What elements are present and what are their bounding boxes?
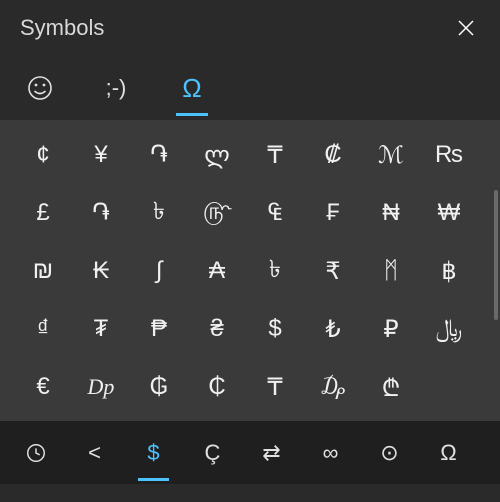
symbol-cell[interactable]: ლ xyxy=(188,126,246,184)
symbol-cell[interactable]: ₱ xyxy=(130,300,188,358)
symbol-cell[interactable]: ฿ xyxy=(420,242,478,300)
symbol-cell[interactable]: $ xyxy=(246,300,304,358)
symbol-cell[interactable] xyxy=(420,358,478,416)
symbol-cell[interactable]: ֏ xyxy=(72,184,130,242)
symbol-cell[interactable]: ₣ xyxy=(304,184,362,242)
kaomoji-label: ;-) xyxy=(106,75,127,101)
bottom-category-bar: < $ Ç ⇄ ∞ ⊙ Ω xyxy=(0,421,500,484)
close-button[interactable] xyxy=(448,10,484,46)
symbols-grid: ¢ ¥ ֏ ლ ₸ ₡ ℳ ₨ £ ֏ ৳ ௹ ₠ ₣ ₦ ₩ ₪ ₭ ∫ ₳ … xyxy=(14,126,492,416)
category-arrows[interactable]: ⇄ xyxy=(242,425,301,481)
symbol-cell[interactable]: Dp xyxy=(72,358,130,416)
symbol-cell[interactable]: ∫ xyxy=(130,242,188,300)
category-punctuation[interactable]: < xyxy=(65,425,124,481)
symbol-cell[interactable]: ₺ xyxy=(304,300,362,358)
symbol-cell[interactable]: ₹ xyxy=(304,242,362,300)
symbol-cell[interactable]: ₸ xyxy=(246,126,304,184)
symbol-cell[interactable]: ֏ xyxy=(130,126,188,184)
symbol-cell[interactable]: ₯ xyxy=(304,358,362,416)
symbol-cell[interactable]: ₦ xyxy=(362,184,420,242)
symbol-cell[interactable]: ₸ xyxy=(246,358,304,416)
tab-symbols[interactable]: Ω xyxy=(172,66,212,110)
symbol-cell[interactable]: ₾ xyxy=(362,358,420,416)
symbol-cell[interactable]: ₩ xyxy=(420,184,478,242)
symbol-cell[interactable]: ¥ xyxy=(72,126,130,184)
symbol-cell[interactable]: ₲ xyxy=(130,358,188,416)
symbol-cell[interactable]: ₮ xyxy=(72,300,130,358)
symbols-grid-wrapper: ¢ ¥ ֏ ლ ₸ ₡ ℳ ₨ £ ֏ ৳ ௹ ₠ ₣ ₦ ₩ ₪ ₭ ∫ ₳ … xyxy=(0,120,500,421)
symbol-cell[interactable]: ₳ xyxy=(188,242,246,300)
symbol-cell[interactable]: ௹ xyxy=(188,184,246,242)
category-latin[interactable]: Ç xyxy=(183,425,242,481)
panel-header: Symbols xyxy=(0,0,500,52)
close-icon xyxy=(458,20,474,36)
category-tabs: ;-) Ω xyxy=(0,52,500,120)
symbol-cell[interactable]: ₫ xyxy=(14,300,72,358)
symbol-cell[interactable]: ᛗ xyxy=(362,242,420,300)
symbol-cell[interactable]: ₵ xyxy=(188,358,246,416)
symbol-cell[interactable]: £ xyxy=(14,184,72,242)
symbol-cell[interactable]: ₡ xyxy=(304,126,362,184)
symbol-cell[interactable]: ¢ xyxy=(14,126,72,184)
symbol-cell[interactable]: ₽ xyxy=(362,300,420,358)
latin-icon: Ç xyxy=(205,440,221,466)
symbol-cell[interactable]: ﷼ xyxy=(420,300,478,358)
arrows-icon: ⇄ xyxy=(262,440,280,466)
clock-icon xyxy=(25,442,47,464)
tab-kaomoji[interactable]: ;-) xyxy=(96,66,136,110)
symbol-cell[interactable]: ৳ xyxy=(130,184,188,242)
omega-small-icon: Ω xyxy=(440,440,456,466)
scrollbar-thumb[interactable] xyxy=(494,190,498,320)
symbol-cell[interactable]: ₴ xyxy=(188,300,246,358)
symbol-cell[interactable]: € xyxy=(14,358,72,416)
category-currency[interactable]: $ xyxy=(124,425,183,481)
tab-emoji[interactable] xyxy=(20,66,60,110)
less-than-icon: < xyxy=(88,440,101,466)
symbol-cell[interactable]: ₠ xyxy=(246,184,304,242)
category-recent[interactable] xyxy=(6,425,65,481)
category-geometric[interactable]: ⊙ xyxy=(360,425,419,481)
symbol-cell[interactable]: ℳ xyxy=(362,126,420,184)
circle-dot-icon: ⊙ xyxy=(380,440,398,466)
panel-title: Symbols xyxy=(20,15,104,41)
symbol-cell[interactable]: ₭ xyxy=(72,242,130,300)
category-math[interactable]: ∞ xyxy=(301,425,360,481)
symbol-cell[interactable]: ৳ xyxy=(246,242,304,300)
smiley-icon xyxy=(26,74,54,102)
omega-icon: Ω xyxy=(182,73,201,104)
dollar-icon: $ xyxy=(147,440,159,466)
category-language[interactable]: Ω xyxy=(419,425,478,481)
infinity-icon: ∞ xyxy=(323,440,339,466)
symbol-cell[interactable]: ₨ xyxy=(420,126,478,184)
symbol-cell[interactable]: ₪ xyxy=(14,242,72,300)
